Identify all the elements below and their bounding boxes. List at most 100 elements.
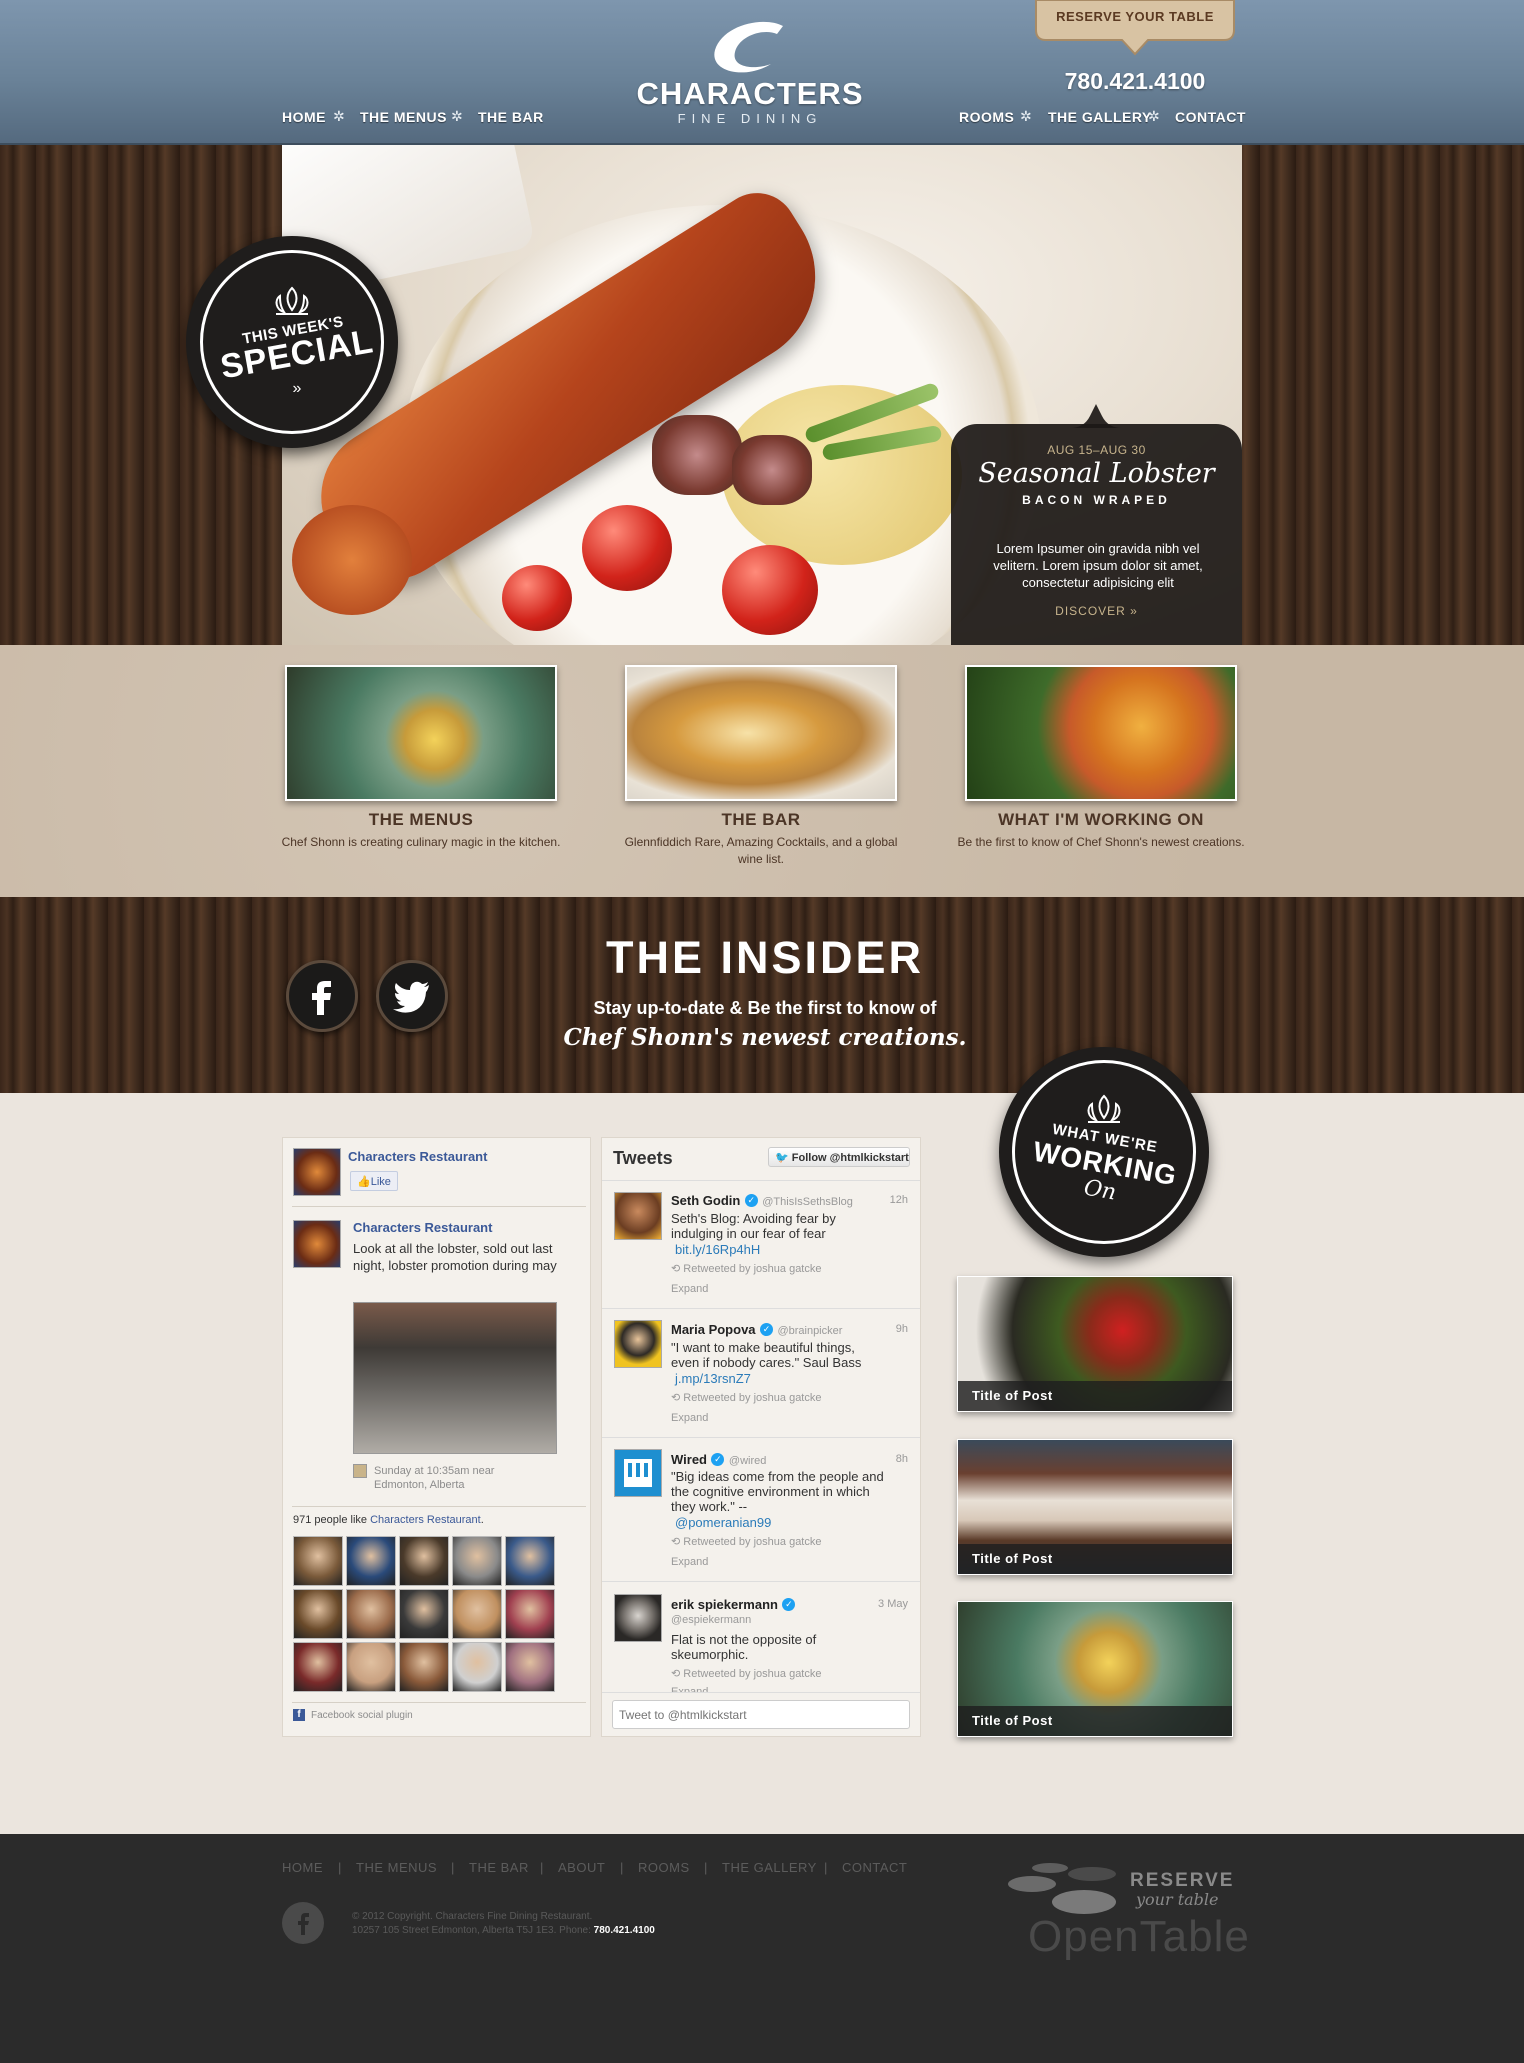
fb-post-author[interactable]: Characters Restaurant [353, 1220, 492, 1235]
fan-avatar[interactable] [293, 1589, 343, 1639]
nav-separator-icon: ✲ [333, 108, 345, 124]
special-badge-arrow[interactable]: » [282, 380, 312, 398]
tweet-expand[interactable]: Expand [671, 1556, 708, 1568]
fan-avatar[interactable] [452, 1589, 502, 1639]
phone-number[interactable]: 780.421.4100 [1040, 68, 1230, 95]
footer-nav-about[interactable]: ABOUT [558, 1860, 605, 1875]
fb-like-label: Like [370, 1176, 391, 1188]
feature-working-title[interactable]: WHAT I'M WORKING ON [951, 810, 1251, 830]
fan-avatar[interactable] [399, 1536, 449, 1586]
feature-working-image[interactable] [965, 665, 1237, 801]
divider [602, 1180, 920, 1181]
fan-avatar[interactable] [452, 1536, 502, 1586]
tweet-handle[interactable]: @wired [729, 1455, 766, 1467]
nav-contact[interactable]: CONTACT [1175, 109, 1246, 125]
verified-icon: ✓ [744, 1194, 758, 1208]
fan-avatar[interactable] [293, 1642, 343, 1692]
footer-nav-menus[interactable]: THE MENUS [356, 1860, 437, 1875]
fan-avatar[interactable] [505, 1536, 555, 1586]
tweet-expand[interactable]: Expand [671, 1283, 708, 1295]
tweets-heading: Tweets [613, 1148, 673, 1168]
nav-rooms[interactable]: ROOMS [959, 109, 1014, 125]
footer-phone[interactable]: 780.421.4100 [594, 1925, 655, 1936]
footer-nav-bar[interactable]: THE BAR [469, 1860, 529, 1875]
fan-avatar[interactable] [346, 1536, 396, 1586]
tweet-handle[interactable]: @brainpicker [777, 1325, 842, 1337]
tweet-avatar-wired[interactable] [614, 1449, 662, 1497]
tweet-time[interactable]: 3 May [868, 1598, 908, 1610]
tweet-author[interactable]: Wired [671, 1452, 707, 1467]
footer-nav-home[interactable]: HOME [282, 1860, 323, 1875]
logo-name[interactable]: CHARACTERS [620, 76, 880, 112]
fan-avatar[interactable] [399, 1642, 449, 1692]
verified-icon: ✓ [782, 1598, 796, 1612]
feature-bar-desc: Glennfiddich Rare, Amazing Cocktails, an… [624, 835, 898, 866]
tweet-compose-input[interactable] [612, 1700, 910, 1729]
post-avatar[interactable] [293, 1220, 341, 1268]
nav-the-gallery[interactable]: THE GALLERY [1048, 109, 1152, 125]
fan-avatar[interactable] [452, 1642, 502, 1692]
post-card[interactable]: Title of Post [957, 1601, 1233, 1737]
tweet-link[interactable]: @pomeranian99 [675, 1515, 771, 1530]
tweet-retweet-info: ⟲ Retweeted by joshua gatcke [671, 1668, 822, 1680]
opentable-logo[interactable]: OpenTable [1028, 1912, 1250, 1962]
footer-nav-contact[interactable]: CONTACT [842, 1860, 907, 1875]
fb-post-photo[interactable] [353, 1302, 557, 1454]
follow-button[interactable]: 🐦 Follow @htmlkickstart [768, 1147, 910, 1167]
nav-the-menus[interactable]: THE MENUS [360, 109, 447, 125]
tweet-retweet-info: ⟲ Retweeted by joshua gatcke [671, 1536, 822, 1548]
nav-the-bar[interactable]: THE BAR [478, 109, 544, 125]
fb-like-button[interactable]: 👍Like [350, 1171, 398, 1191]
tweet-time[interactable]: 12h [868, 1194, 908, 1206]
post-title[interactable]: Title of Post [958, 1706, 1232, 1736]
logo-tagline: FINE DINING [677, 111, 823, 126]
tweet-link[interactable]: j.mp/13rsnZ7 [675, 1371, 751, 1386]
opentable-reserve[interactable]: RESERVE [1130, 1870, 1234, 1892]
fan-avatar[interactable] [346, 1642, 396, 1692]
tweet-author[interactable]: erik spiekermann [671, 1597, 778, 1612]
footer-nav-gallery[interactable]: THE GALLERY [722, 1860, 817, 1875]
fan-avatar[interactable] [505, 1589, 555, 1639]
tweet-avatar-erik[interactable] [614, 1594, 662, 1642]
tweet-handle[interactable]: @ThisIsSethsBlog [762, 1196, 853, 1208]
tweet-time[interactable]: 9h [868, 1323, 908, 1335]
feature-menus-image[interactable] [285, 665, 557, 801]
post-title[interactable]: Title of Post [958, 1544, 1232, 1574]
discover-link[interactable]: DISCOVER » [951, 604, 1242, 618]
fb-page-name[interactable]: Characters Restaurant [348, 1149, 487, 1164]
fb-plugin-label[interactable]: Facebook social plugin [311, 1709, 413, 1723]
nav-home[interactable]: HOME [282, 109, 326, 125]
tweet-author[interactable]: Seth Godin [671, 1193, 740, 1208]
logo-c-icon[interactable] [705, 20, 795, 78]
fan-avatar[interactable] [399, 1589, 449, 1639]
footer-facebook-button[interactable] [282, 1902, 324, 1944]
tweet-avatar-maria[interactable] [614, 1320, 662, 1368]
facebook-button[interactable] [286, 960, 358, 1032]
tweet-author[interactable]: Maria Popova [671, 1322, 756, 1337]
post-title[interactable]: Title of Post [958, 1381, 1232, 1411]
reserve-table-button[interactable]: RESERVE YOUR TABLE [1030, 9, 1240, 24]
twitter-button[interactable] [376, 960, 448, 1032]
page-avatar[interactable] [293, 1148, 341, 1196]
wired-logo-icon [624, 1459, 652, 1487]
fb-likes-page-link[interactable]: Characters Restaurant [370, 1514, 481, 1526]
tweet-handle[interactable]: @espiekermann [671, 1614, 751, 1626]
fan-avatar[interactable] [505, 1642, 555, 1692]
tweet-link[interactable]: bit.ly/16Rp4hH [675, 1242, 760, 1257]
feature-menus-title[interactable]: THE MENUS [271, 810, 571, 830]
tweet-expand[interactable]: Expand [671, 1412, 708, 1424]
fan-avatar[interactable] [293, 1536, 343, 1586]
footer-nav-rooms[interactable]: ROOMS [638, 1860, 690, 1875]
feature-bar-title[interactable]: THE BAR [611, 810, 911, 830]
fan-avatar[interactable] [346, 1589, 396, 1639]
follow-label: Follow @htmlkickstart [791, 1152, 909, 1164]
tweet-header: Maria Popova ✓ @brainpicker [671, 1321, 842, 1339]
footer-nav-separator: | [704, 1860, 708, 1875]
post-card[interactable]: Title of Post [957, 1276, 1233, 1412]
thumbs-up-icon: 👍 [357, 1176, 371, 1188]
post-card[interactable]: Title of Post [957, 1439, 1233, 1575]
tweet-avatar-seth[interactable] [614, 1192, 662, 1240]
feature-bar-image[interactable] [625, 665, 897, 801]
fb-post-location: Edmonton, Alberta [374, 1479, 465, 1491]
tweet-time[interactable]: 8h [868, 1453, 908, 1465]
